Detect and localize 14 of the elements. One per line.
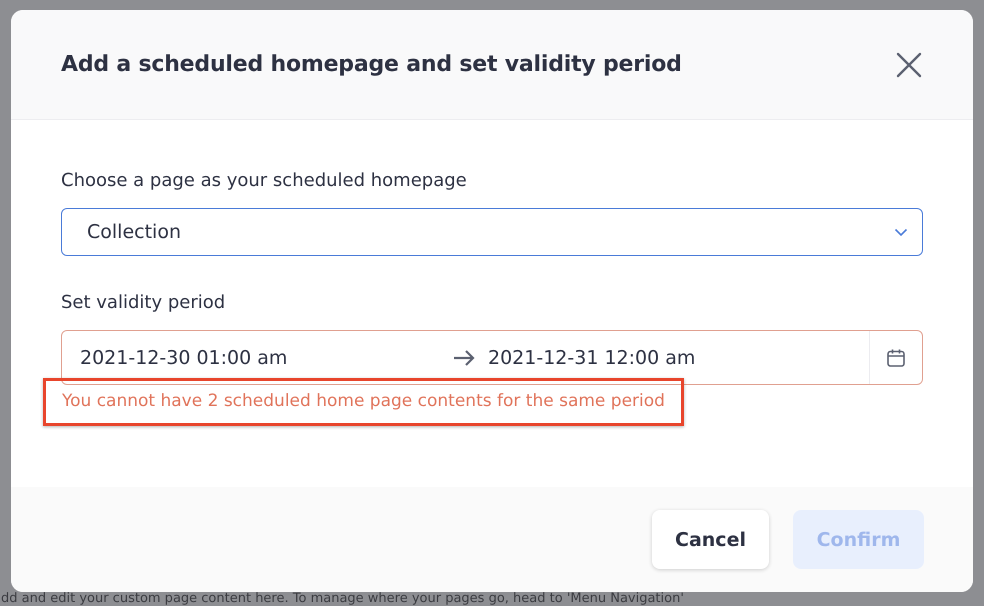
field-label: Choose a page as your scheduled homepage	[61, 170, 468, 191]
dialog-title: Add a scheduled homepage and set validity period	[61, 52, 682, 77]
field-label: Set validity period	[61, 292, 226, 313]
chevron-down-icon	[894, 228, 908, 236]
page-description: dd and edit your custom page content here. To manage where your pages go, head to 'Menu Navigation'	[0, 592, 685, 606]
cancel-button[interactable]: Cancel	[652, 510, 769, 569]
end-date: 2021-12-31 12:00 am	[488, 346, 696, 368]
start-date: 2021-12-30 01:00 am	[80, 346, 288, 368]
error-message: You cannot have 2 scheduled home page contents for the same period	[62, 391, 665, 411]
page-select[interactable]: Collection	[61, 208, 923, 256]
calendar-icon[interactable]	[886, 348, 906, 368]
arrow-right-icon	[452, 348, 476, 366]
close-button[interactable]	[895, 50, 923, 78]
date-range-field[interactable]: 2021-12-30 01:00 am 2021-12-31 12:00 am	[61, 330, 923, 385]
